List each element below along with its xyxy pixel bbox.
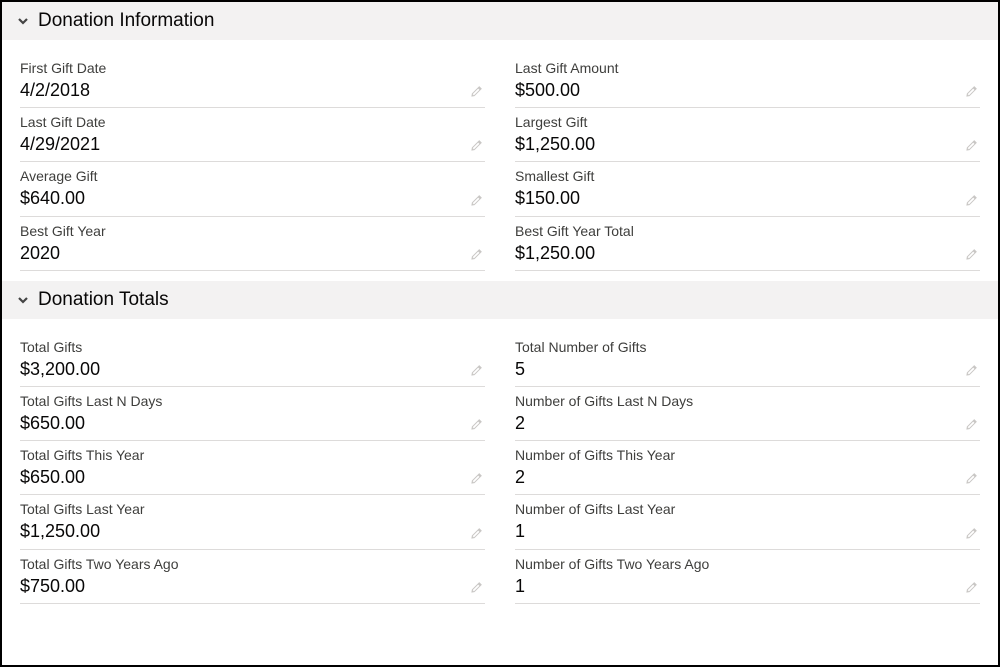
field-label: Total Gifts This Year [20, 447, 485, 463]
field-value: $500.00 [515, 78, 980, 103]
pencil-icon[interactable] [469, 194, 483, 208]
field-label: Total Gifts Two Years Ago [20, 556, 485, 572]
pencil-icon[interactable] [964, 139, 978, 153]
field-label: Smallest Gift [515, 168, 980, 184]
field-value: $650.00 [20, 411, 485, 436]
pencil-icon[interactable] [469, 418, 483, 432]
field-label: Number of Gifts This Year [515, 447, 980, 463]
pencil-icon[interactable] [469, 472, 483, 486]
field-value: 1 [515, 574, 980, 599]
field-label: First Gift Date [20, 60, 485, 76]
field-label: Total Gifts Last N Days [20, 393, 485, 409]
field-last-gift-date: Last Gift Date 4/29/2021 [20, 108, 485, 162]
field-label: Largest Gift [515, 114, 980, 130]
field-value: $750.00 [20, 574, 485, 599]
section-header-donation-totals[interactable]: Donation Totals [2, 281, 998, 319]
field-value: $3,200.00 [20, 357, 485, 382]
field-value: 5 [515, 357, 980, 382]
field-total-gifts-this-year: Total Gifts This Year $650.00 [20, 441, 485, 495]
field-label: Total Gifts Last Year [20, 501, 485, 517]
field-total-gifts: Total Gifts $3,200.00 [20, 333, 485, 387]
field-smallest-gift: Smallest Gift $150.00 [515, 162, 980, 216]
field-value: $650.00 [20, 465, 485, 490]
section-title: Donation Information [38, 10, 214, 32]
field-label: Number of Gifts Last Year [515, 501, 980, 517]
pencil-icon[interactable] [964, 248, 978, 262]
field-value: 4/2/2018 [20, 78, 485, 103]
pencil-icon[interactable] [964, 85, 978, 99]
pencil-icon[interactable] [964, 472, 978, 486]
field-value: 1 [515, 519, 980, 544]
section-header-donation-information[interactable]: Donation Information [2, 2, 998, 40]
field-total-number-of-gifts: Total Number of Gifts 5 [515, 333, 980, 387]
field-total-gifts-two-years-ago: Total Gifts Two Years Ago $750.00 [20, 550, 485, 604]
chevron-down-icon [16, 14, 30, 28]
field-value: 2 [515, 411, 980, 436]
field-average-gift: Average Gift $640.00 [20, 162, 485, 216]
field-number-of-gifts-two-years-ago: Number of Gifts Two Years Ago 1 [515, 550, 980, 604]
field-value: $640.00 [20, 186, 485, 211]
pencil-icon[interactable] [964, 364, 978, 378]
field-value: 2 [515, 465, 980, 490]
field-label: Average Gift [20, 168, 485, 184]
field-total-gifts-last-n-days: Total Gifts Last N Days $650.00 [20, 387, 485, 441]
pencil-icon[interactable] [469, 248, 483, 262]
field-best-gift-year-total: Best Gift Year Total $1,250.00 [515, 217, 980, 271]
field-value: 4/29/2021 [20, 132, 485, 157]
donation-totals-fields: Total Gifts $3,200.00 Total Number of Gi… [2, 319, 998, 614]
field-number-of-gifts-last-year: Number of Gifts Last Year 1 [515, 495, 980, 549]
field-first-gift-date: First Gift Date 4/2/2018 [20, 54, 485, 108]
field-value: $1,250.00 [515, 132, 980, 157]
field-value: $150.00 [515, 186, 980, 211]
field-label: Best Gift Year Total [515, 223, 980, 239]
field-label: Total Gifts [20, 339, 485, 355]
pencil-icon[interactable] [469, 581, 483, 595]
field-label: Best Gift Year [20, 223, 485, 239]
field-best-gift-year: Best Gift Year 2020 [20, 217, 485, 271]
field-label: Number of Gifts Two Years Ago [515, 556, 980, 572]
donation-information-fields: First Gift Date 4/2/2018 Last Gift Amoun… [2, 40, 998, 281]
pencil-icon[interactable] [469, 364, 483, 378]
pencil-icon[interactable] [469, 85, 483, 99]
field-label: Last Gift Amount [515, 60, 980, 76]
field-label: Last Gift Date [20, 114, 485, 130]
pencil-icon[interactable] [964, 581, 978, 595]
pencil-icon[interactable] [964, 418, 978, 432]
pencil-icon[interactable] [469, 527, 483, 541]
chevron-down-icon [16, 293, 30, 307]
pencil-icon[interactable] [964, 527, 978, 541]
pencil-icon[interactable] [469, 139, 483, 153]
section-title: Donation Totals [38, 289, 169, 311]
field-number-of-gifts-this-year: Number of Gifts This Year 2 [515, 441, 980, 495]
field-label: Number of Gifts Last N Days [515, 393, 980, 409]
field-value: $1,250.00 [515, 241, 980, 266]
field-label: Total Number of Gifts [515, 339, 980, 355]
field-last-gift-amount: Last Gift Amount $500.00 [515, 54, 980, 108]
field-number-of-gifts-last-n-days: Number of Gifts Last N Days 2 [515, 387, 980, 441]
field-total-gifts-last-year: Total Gifts Last Year $1,250.00 [20, 495, 485, 549]
field-largest-gift: Largest Gift $1,250.00 [515, 108, 980, 162]
pencil-icon[interactable] [964, 194, 978, 208]
field-value: 2020 [20, 241, 485, 266]
field-value: $1,250.00 [20, 519, 485, 544]
